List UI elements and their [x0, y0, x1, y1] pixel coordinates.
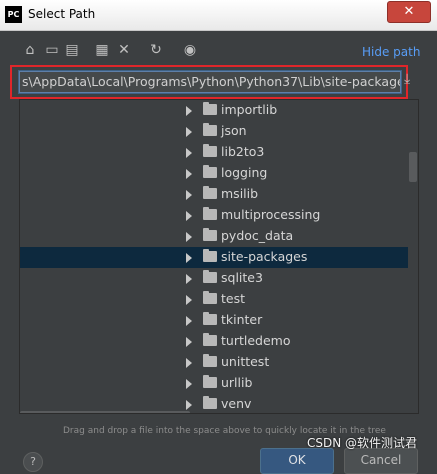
- folder-icon: [203, 312, 217, 325]
- path-highlight-box: s\AppData\Local\Programs\Python\Python37…: [10, 65, 408, 99]
- expand-arrow-icon[interactable]: [186, 295, 192, 305]
- expand-arrow-icon[interactable]: [186, 211, 192, 221]
- tree-row-label: unittest: [221, 354, 270, 369]
- tree-row-label: json: [221, 123, 247, 138]
- folder-icon: [203, 375, 217, 388]
- expand-arrow-icon[interactable]: [186, 400, 192, 410]
- expand-arrow-icon[interactable]: [186, 337, 192, 347]
- folder-icon: [203, 228, 217, 241]
- window-title: Select Path: [28, 7, 96, 21]
- expand-arrow-icon[interactable]: [186, 316, 192, 326]
- tree-row[interactable]: json: [20, 121, 409, 142]
- tree-row[interactable]: tkinter: [20, 310, 409, 331]
- close-button[interactable]: ✕: [387, 1, 431, 23]
- tree-row-label: tkinter: [221, 312, 263, 327]
- tree-row-label: urllib: [221, 375, 253, 390]
- expand-arrow-icon[interactable]: [186, 232, 192, 242]
- refresh-icon[interactable]: ↻: [148, 42, 164, 58]
- expand-arrow-icon[interactable]: [186, 106, 192, 116]
- help-button[interactable]: ?: [23, 452, 43, 472]
- desktop-icon[interactable]: ▭: [44, 42, 60, 58]
- tree-row[interactable]: logging: [20, 163, 409, 184]
- tree-row-label: turtledemo: [221, 333, 291, 348]
- tree-row[interactable]: lib2to3: [20, 142, 409, 163]
- tree-row-label: pydoc_data: [221, 228, 294, 243]
- folder-tree[interactable]: importlib json lib2to3 logging msilib multipr…: [19, 99, 419, 414]
- tree-row-label: sqlite3: [221, 270, 263, 285]
- vertical-scroll-thumb[interactable]: [409, 152, 417, 182]
- tree-row[interactable]: site-packages: [20, 247, 409, 268]
- tree-row[interactable]: sqlite3: [20, 268, 409, 289]
- expand-arrow-icon[interactable]: [186, 274, 192, 284]
- folder-icon: [203, 333, 217, 346]
- tree-row-label: logging: [221, 165, 268, 180]
- title-bar: PC Select Path ✕: [0, 0, 437, 31]
- project-folder-icon[interactable]: ▤: [64, 42, 80, 58]
- download-icon[interactable]: ⤓: [404, 71, 410, 87]
- new-folder-icon[interactable]: ▦: [94, 42, 110, 58]
- tree-row-label: msilib: [221, 186, 259, 201]
- folder-icon: [203, 396, 217, 409]
- expand-arrow-icon[interactable]: [186, 190, 192, 200]
- folder-icon: [203, 291, 217, 304]
- folder-icon: [203, 186, 217, 199]
- folder-icon: [203, 123, 217, 136]
- folder-icon: [203, 165, 217, 178]
- folder-icon: [203, 270, 217, 283]
- tree-row-label: multiprocessing: [221, 207, 321, 222]
- watermark: CSDN @软件测试君: [307, 436, 418, 450]
- folder-icon: [203, 354, 217, 367]
- vertical-scrollbar[interactable]: [408, 100, 418, 413]
- show-hidden-icon[interactable]: ◉: [182, 42, 198, 58]
- expand-arrow-icon[interactable]: [186, 169, 192, 179]
- expand-arrow-icon[interactable]: [186, 358, 192, 368]
- tree-row-label: site-packages: [221, 249, 308, 264]
- pycharm-logo-icon: PC: [5, 6, 22, 23]
- delete-icon[interactable]: ✕: [116, 42, 132, 58]
- home-icon[interactable]: ⌂: [22, 42, 38, 58]
- expand-arrow-icon[interactable]: [186, 253, 192, 263]
- tree-row[interactable]: test: [20, 289, 409, 310]
- folder-icon: [203, 249, 217, 262]
- tree-row-label: lib2to3: [221, 144, 265, 159]
- folder-icon: [203, 144, 217, 157]
- tree-row-label: test: [221, 291, 246, 306]
- hide-path-link[interactable]: Hide path: [362, 45, 420, 59]
- expand-arrow-icon[interactable]: [186, 379, 192, 389]
- tree-row[interactable]: importlib: [20, 100, 409, 121]
- tree-row[interactable]: multiprocessing: [20, 205, 409, 226]
- ok-button[interactable]: OK: [260, 448, 334, 474]
- tree-row[interactable]: pydoc_data: [20, 226, 409, 247]
- tree-row-label: venv: [221, 396, 252, 411]
- folder-icon: [203, 207, 217, 220]
- tree-row[interactable]: msilib: [20, 184, 409, 205]
- path-input[interactable]: s\AppData\Local\Programs\Python\Python37…: [19, 71, 401, 93]
- horizontal-scroll-thumb[interactable]: [20, 411, 190, 413]
- expand-arrow-icon[interactable]: [186, 127, 192, 137]
- tree-row[interactable]: urllib: [20, 373, 409, 394]
- tree-row[interactable]: unittest: [20, 352, 409, 373]
- folder-icon: [203, 102, 217, 115]
- cancel-button[interactable]: Cancel: [344, 448, 418, 474]
- tree-row-label: importlib: [221, 102, 278, 117]
- tree-row[interactable]: turtledemo: [20, 331, 409, 352]
- expand-arrow-icon[interactable]: [186, 148, 192, 158]
